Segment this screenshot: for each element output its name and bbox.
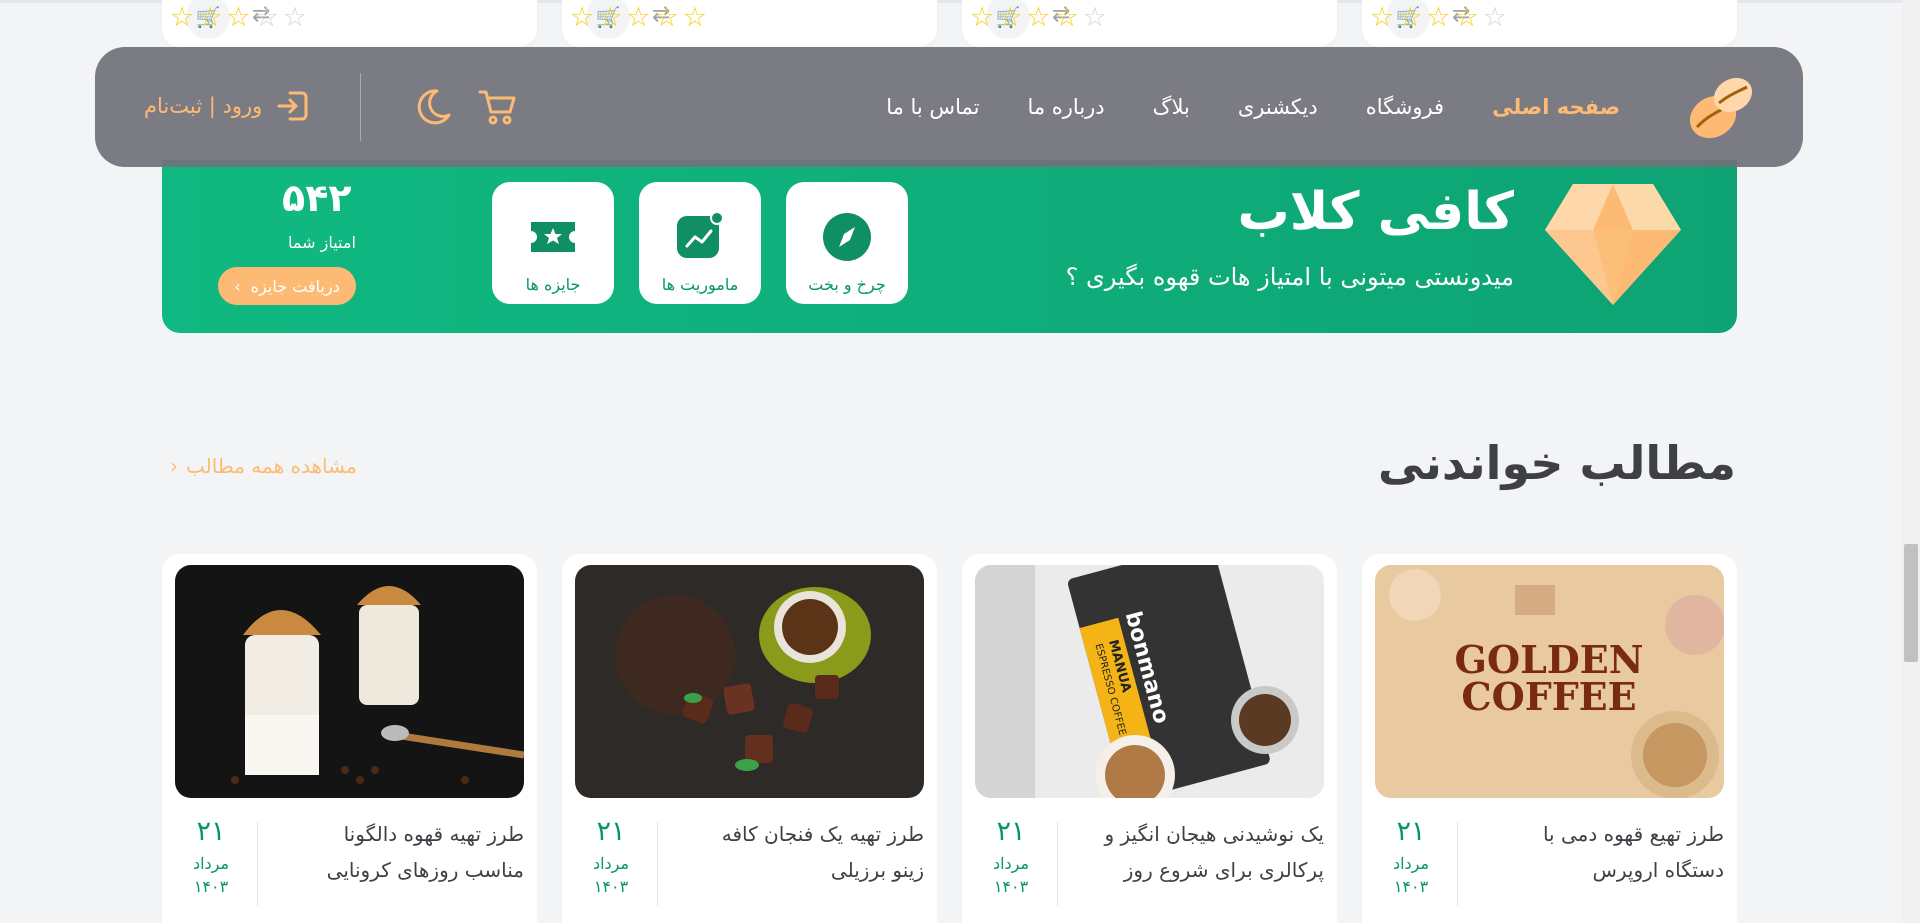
feature-label: چرخ و بخت: [808, 275, 886, 294]
ticket-icon: [531, 222, 575, 252]
star-empty-icon: ☆: [1082, 2, 1107, 33]
article-card[interactable]: GOLDEN COFFEE طرز تهیع قهوه دمی با دستگا…: [1362, 554, 1737, 923]
article-title[interactable]: یک نوشیدنی هیجان انگیز و پرکالری برای شر…: [1094, 816, 1325, 888]
star-filled-icon: ☆: [1398, 2, 1423, 33]
article-year: ۱۴۰۳: [993, 877, 1029, 896]
product-card[interactable]: 🛒 ⇄ ☆ ☆ ☆ ☆ ☆: [562, 0, 937, 47]
star-empty-icon: ☆: [254, 2, 279, 33]
divider: [1457, 822, 1458, 906]
rating-stars: ☆ ☆ ☆ ☆ ☆: [170, 4, 307, 31]
product-card[interactable]: 🛒 ⇄ ☆ ☆ ☆ ☆ ☆: [1362, 0, 1737, 47]
feature-wheel[interactable]: چرخ و بخت: [786, 182, 908, 304]
login-button[interactable]: ورود | ثبت‌نام: [144, 89, 310, 123]
article-month: مرداد: [192, 854, 230, 873]
diamond-icon: [1545, 184, 1681, 305]
star-filled-icon: ☆: [998, 2, 1023, 33]
nav-contact[interactable]: تماس با ما: [886, 95, 979, 119]
star-filled-icon: ☆: [682, 2, 707, 33]
article-day: ۲۱: [996, 816, 1026, 847]
rating-stars: ☆ ☆ ☆ ☆ ☆: [1370, 4, 1507, 31]
star-filled-icon: ☆: [169, 2, 195, 33]
article-day: ۲۱: [196, 816, 226, 847]
article-day: ۲۱: [1396, 816, 1426, 847]
main-nav: صفحه اصلی فروشگاه دیکشنری بلاگ درباره ما…: [886, 47, 1620, 167]
article-month: مرداد: [1392, 854, 1430, 873]
login-label: ورود | ثبت‌نام: [144, 94, 263, 118]
article-image[interactable]: [575, 565, 924, 798]
feature-label: ماموریت ها: [661, 275, 739, 294]
article-image[interactable]: bonmano MANUA ESPRESSO COFFEE: [975, 565, 1324, 798]
product-card[interactable]: 🛒 ⇄ ☆ ☆ ☆ ☆ ☆: [162, 0, 537, 47]
see-all-label: مشاهده همه مطالب: [186, 454, 357, 478]
chevron-left-icon: ‹: [170, 454, 178, 478]
star-filled-icon: ☆: [1426, 2, 1451, 33]
article-card[interactable]: طرز تهیه قهوه دالگونا مناسب روزهای کرونا…: [162, 554, 537, 923]
section-title: مطالب خواندنی: [1378, 436, 1736, 490]
rating-stars: ☆ ☆ ☆ ☆ ☆: [570, 4, 707, 31]
star-filled-icon: ☆: [969, 2, 995, 33]
article-month: مرداد: [592, 854, 630, 873]
feature-rewards[interactable]: جایزه ها: [492, 182, 614, 304]
image-caption: COFFEE: [1461, 674, 1636, 719]
article-year: ۱۴۰۳: [1393, 877, 1429, 896]
star-filled-icon: ☆: [626, 2, 651, 33]
nav-about[interactable]: درباره ما: [1027, 95, 1104, 119]
coffee-club-banner: کافی کلاب میدونستی میتونی با امتیاز هات …: [162, 160, 1737, 333]
nav-dictionary[interactable]: دیکشنری: [1238, 95, 1318, 119]
login-icon: [277, 91, 308, 121]
star-filled-icon: ☆: [226, 2, 251, 33]
nav-blog[interactable]: بلاگ: [1153, 95, 1190, 119]
nav-home[interactable]: صفحه اصلی: [1492, 95, 1620, 119]
star-empty-icon: ☆: [282, 2, 307, 33]
article-title[interactable]: طرز تهیه یک فنجان کافه زینو برزیلی: [694, 816, 924, 888]
divider: [257, 822, 258, 906]
star-filled-icon: ☆: [1369, 2, 1395, 33]
article-year: ۱۴۰۳: [593, 877, 629, 896]
points-value: ۵۴۲: [282, 176, 352, 220]
reward-button-label: دریافت جایزه: [250, 276, 340, 296]
article-image[interactable]: GOLDEN COFFEE: [1375, 565, 1724, 798]
star-filled-icon: ☆: [198, 2, 223, 33]
club-title: کافی کلاب: [1237, 182, 1514, 242]
article-month: مرداد: [992, 854, 1030, 873]
article-year: ۱۴۰۳: [193, 877, 229, 896]
chart-icon: [677, 212, 724, 258]
article-card[interactable]: bonmano MANUA ESPRESSO COFFEE یک نوشیدنی…: [962, 554, 1337, 923]
star-filled-icon: ☆: [569, 2, 595, 33]
moon-icon[interactable]: [413, 87, 453, 127]
article-day: ۲۱: [596, 816, 626, 847]
star-filled-icon: ☆: [1026, 2, 1051, 33]
divider: [1057, 822, 1058, 906]
main-header: صفحه اصلی فروشگاه دیکشنری بلاگ درباره ما…: [95, 47, 1803, 167]
chevron-left-icon: ‹: [234, 276, 241, 296]
star-empty-icon: ☆: [1482, 2, 1507, 33]
divider: [657, 822, 658, 906]
page-scrollbar[interactable]: [1902, 0, 1920, 923]
coffee-beans-logo[interactable]: [1683, 69, 1759, 145]
star-filled-icon: ☆: [1454, 2, 1479, 33]
nav-shop[interactable]: فروشگاه: [1366, 95, 1444, 119]
article-card[interactable]: طرز تهیه یک فنجان کافه زینو برزیلی ۲۱ مر…: [562, 554, 937, 923]
article-title[interactable]: طرز تهیع قهوه دمی با دستگاه اروپرس: [1494, 816, 1724, 888]
feature-label: جایزه ها: [525, 275, 581, 294]
header-divider: [360, 73, 361, 141]
product-card[interactable]: 🛒 ⇄ ☆ ☆ ☆ ☆ ☆: [962, 0, 1337, 47]
star-filled-icon: ☆: [1054, 2, 1079, 33]
article-image[interactable]: [175, 565, 524, 798]
get-reward-button[interactable]: ‹ دریافت جایزه: [218, 267, 356, 305]
cart-icon[interactable]: [477, 87, 517, 127]
compass-icon: [823, 213, 871, 261]
star-filled-icon: ☆: [598, 2, 623, 33]
article-title[interactable]: طرز تهیه قهوه دالگونا مناسب روزهای کرونا…: [294, 816, 524, 888]
star-filled-icon: ☆: [654, 2, 679, 33]
rating-stars: ☆ ☆ ☆ ☆ ☆: [970, 4, 1107, 31]
see-all-link[interactable]: مشاهده همه مطالب ‹: [170, 454, 357, 478]
points-label: امتیاز شما: [288, 233, 356, 252]
feature-missions[interactable]: ماموریت ها: [639, 182, 761, 304]
club-subtitle: میدونستی میتونی با امتیاز هات قهوه بگیری…: [1065, 263, 1514, 291]
scrollbar-thumb[interactable]: [1904, 544, 1918, 662]
